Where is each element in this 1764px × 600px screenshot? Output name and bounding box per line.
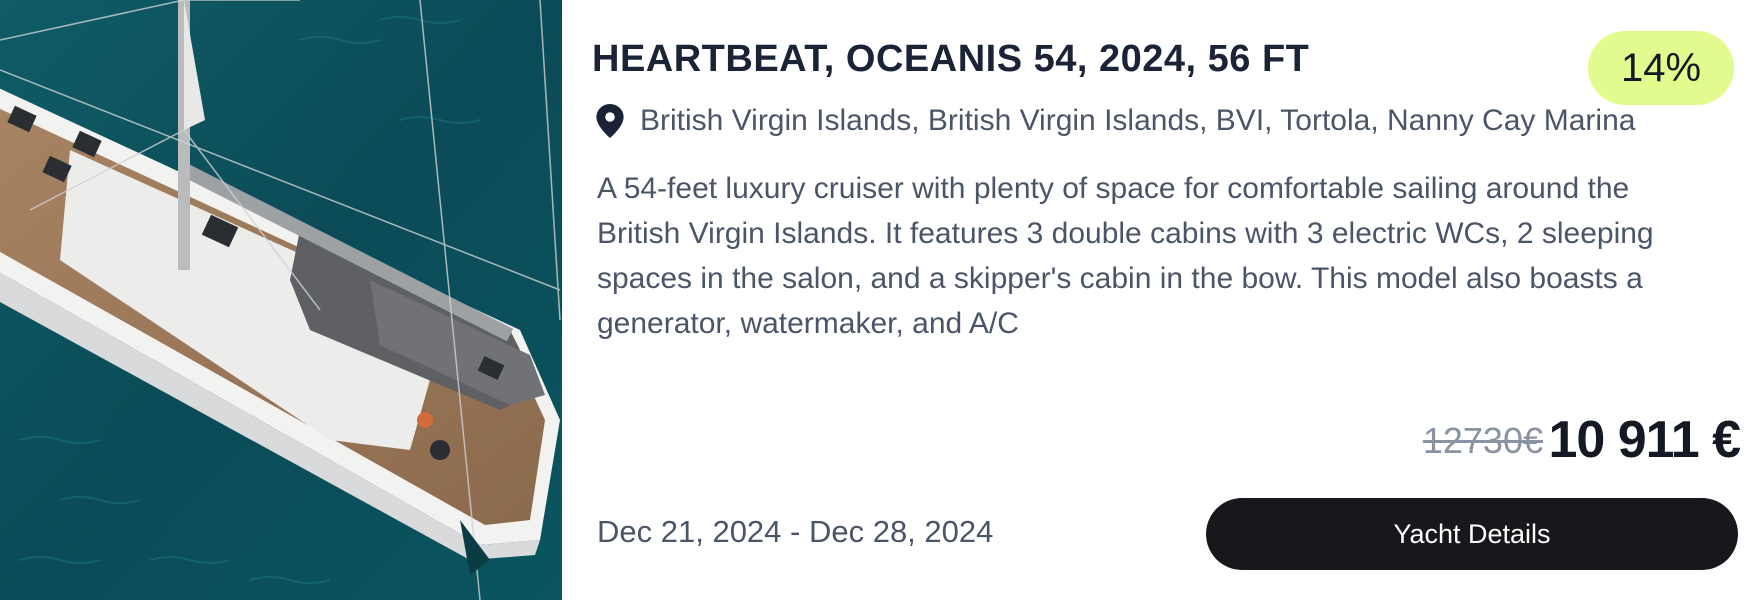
yacht-listing-card: HEARTBEAT, OCEANIS 54, 2024, 56 FT 14% B… xyxy=(0,0,1764,600)
charter-dates: Dec 21, 2024 - Dec 28, 2024 xyxy=(597,514,994,549)
yacht-title[interactable]: HEARTBEAT, OCEANIS 54, 2024, 56 FT xyxy=(592,38,1309,81)
yacht-aerial-image xyxy=(0,0,562,600)
location-text: British Virgin Islands, British Virgin I… xyxy=(640,104,1636,137)
discount-badge: 14% xyxy=(1588,31,1734,105)
yacht-photo[interactable] xyxy=(0,0,562,600)
yacht-details-button[interactable]: Yacht Details xyxy=(1206,498,1738,570)
old-price: 12730€ xyxy=(1422,420,1543,461)
location-row: British Virgin Islands, British Virgin I… xyxy=(596,104,1635,138)
listing-content: HEARTBEAT, OCEANIS 54, 2024, 56 FT 14% B… xyxy=(592,0,1764,600)
map-pin-icon xyxy=(596,104,624,138)
current-price: 10 911 € xyxy=(1548,411,1741,469)
yacht-description: A 54-feet luxury cruiser with plenty of … xyxy=(597,172,1654,340)
